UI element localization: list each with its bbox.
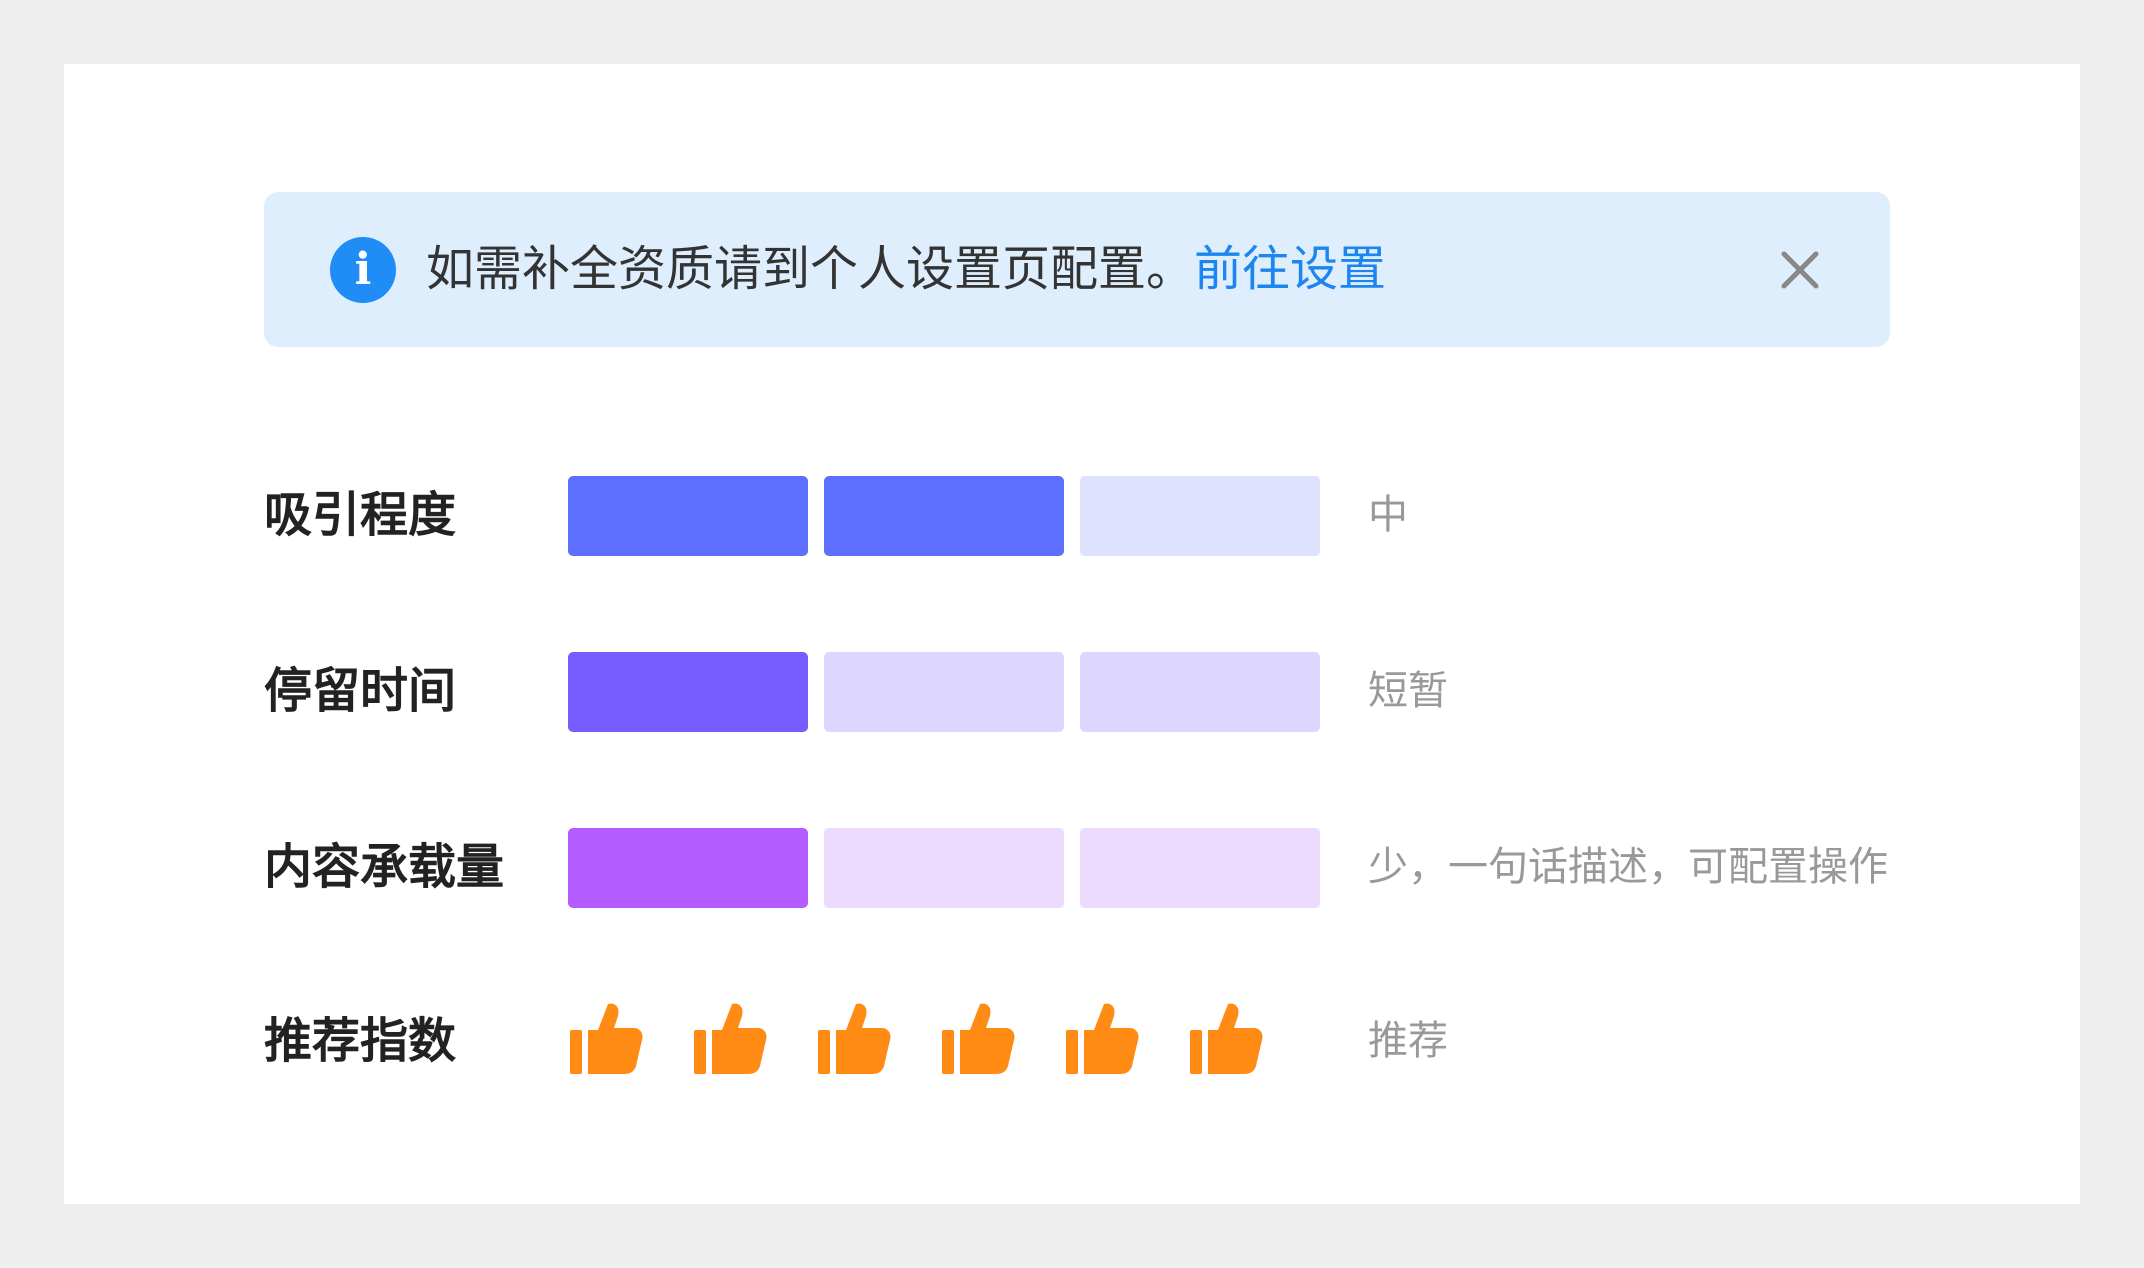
thumbs-up-icon (942, 1003, 1015, 1074)
metric-label: 停留时间 (264, 663, 457, 719)
thumbs-up-icon (1066, 1003, 1139, 1074)
recommend-value: 推荐 (1368, 1018, 1448, 1064)
level-segment (568, 828, 808, 908)
level-segment (824, 652, 1064, 732)
level-segment (1080, 476, 1320, 556)
thumbs-up-icon (1190, 1003, 1263, 1074)
metric-value: 少，一句话描述，可配置操作 (1368, 844, 1888, 890)
level-segment (568, 652, 808, 732)
metric-value: 中 (1368, 492, 1408, 538)
thumbs-up-icon (694, 1003, 767, 1074)
recommend-label: 推荐指数 (264, 1013, 457, 1069)
info-alert: i 如需补全资质请到个人设置页配置。前往设置 (264, 192, 1890, 347)
metric-label: 内容承载量 (264, 839, 505, 895)
level-segment (568, 476, 808, 556)
level-segment (824, 828, 1064, 908)
info-icon: i (330, 237, 396, 303)
level-segment (1080, 652, 1320, 732)
level-segment (824, 476, 1064, 556)
level-segment (1080, 828, 1320, 908)
go-to-settings-link[interactable]: 前往设置 (1194, 241, 1386, 297)
alert-message: 如需补全资质请到个人设置页配置。前往设置 (426, 192, 1386, 347)
close-icon[interactable] (1772, 242, 1828, 298)
thumbs-up-icon (570, 1003, 643, 1074)
alert-message-text: 如需补全资质请到个人设置页配置。 (426, 241, 1195, 297)
metric-value: 短暂 (1368, 668, 1448, 714)
metric-label: 吸引程度 (264, 487, 457, 543)
thumbs-up-icon (818, 1003, 891, 1074)
